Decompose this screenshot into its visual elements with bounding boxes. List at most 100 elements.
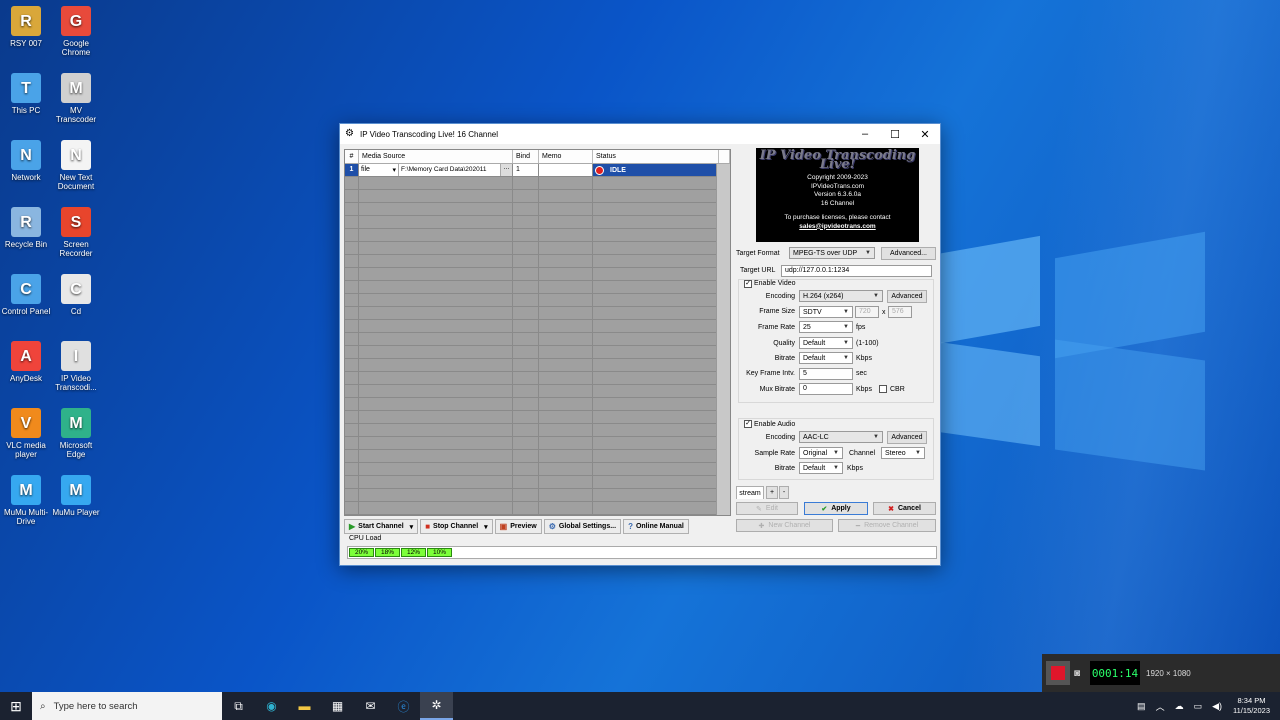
table-row[interactable] xyxy=(345,437,730,450)
table-row[interactable] xyxy=(345,294,730,307)
desktop-icon[interactable]: C Control Panel xyxy=(0,274,52,316)
cancel-button[interactable]: ✖ Cancel xyxy=(873,502,936,515)
task-view-icon[interactable]: ⧉ xyxy=(222,692,255,720)
title-bar[interactable]: ⚙ IP Video Transcoding Live! 16 Channel … xyxy=(340,124,940,144)
table-row[interactable] xyxy=(345,398,730,411)
col-status[interactable]: Status xyxy=(593,150,719,163)
table-row[interactable] xyxy=(345,216,730,229)
volume-icon[interactable]: ◀) xyxy=(1212,701,1222,712)
maximize-button[interactable]: ☐ xyxy=(880,124,910,144)
desktop-icon[interactable]: A AnyDesk xyxy=(0,341,52,383)
start-channel-button[interactable]: ▶ Start Channel ▾ xyxy=(344,519,419,534)
video-advanced-button[interactable]: Advanced xyxy=(887,290,927,303)
taskbar-search[interactable]: ⌕ Type here to search xyxy=(32,692,222,720)
edit-button[interactable]: ✎ Edit xyxy=(736,502,798,515)
table-row[interactable] xyxy=(345,346,730,359)
col-bind[interactable]: Bind xyxy=(513,150,539,163)
minimize-button[interactable]: – xyxy=(850,124,880,144)
table-row[interactable] xyxy=(345,411,730,424)
enable-video-checkbox[interactable]: ✓ xyxy=(744,280,752,288)
source-type-select[interactable]: file ▾ xyxy=(359,164,399,176)
col-media-source[interactable]: Media Source xyxy=(359,150,513,163)
table-row[interactable] xyxy=(345,424,730,437)
onedrive-icon[interactable]: ☁ xyxy=(1175,701,1184,712)
taskbar-clock[interactable]: 8:34 PM 11/15/2023 xyxy=(1233,696,1270,716)
desktop-icon[interactable]: N New Text Document xyxy=(50,140,102,191)
target-format-select[interactable]: MPEG-TS over UDP ▼ xyxy=(789,247,875,259)
global-settings-button[interactable]: ⚙ Global Settings... xyxy=(543,519,622,534)
browse-button[interactable]: ... xyxy=(500,164,512,176)
table-row[interactable] xyxy=(345,229,730,242)
table-row[interactable] xyxy=(345,320,730,333)
desktop-icon[interactable]: T This PC xyxy=(0,73,52,115)
table-row[interactable] xyxy=(345,333,730,346)
edge-icon[interactable]: ◉ xyxy=(255,692,288,720)
table-row[interactable] xyxy=(345,463,730,476)
desktop-icon[interactable]: R RSY 007 xyxy=(0,6,52,48)
desktop-icon[interactable]: N Network xyxy=(0,140,52,182)
table-row[interactable] xyxy=(345,372,730,385)
bitrate-select[interactable]: Default ▼ xyxy=(799,352,853,364)
remove-stream-button[interactable]: - xyxy=(779,486,789,499)
ime-icon[interactable]: ▤ xyxy=(1137,701,1146,712)
width-input[interactable]: 720 xyxy=(855,306,879,318)
desktop-icon[interactable]: M MuMu Multi-Drive xyxy=(0,475,52,526)
target-advanced-button[interactable]: Advanced... xyxy=(881,247,936,260)
media-source-cell[interactable]: file ▾ F:\Memory Card Data\202011 ... xyxy=(359,164,513,176)
desktop-icon[interactable]: I IP Video Transcodi... xyxy=(50,341,102,392)
height-input[interactable]: 576 xyxy=(888,306,912,318)
table-row[interactable] xyxy=(345,359,730,372)
preview-button[interactable]: ▣ Preview xyxy=(494,519,542,534)
audio-encoding-select[interactable]: AAC-LC ▼ xyxy=(799,431,883,443)
desktop-icon[interactable]: G Google Chrome xyxy=(50,6,102,57)
apply-button[interactable]: ✔ Apply xyxy=(804,502,868,515)
video-encoding-select[interactable]: H.264 (x264) ▼ xyxy=(799,290,883,302)
frame-size-select[interactable]: SDTV ▼ xyxy=(799,306,853,318)
mux-bitrate-input[interactable]: 0 xyxy=(799,383,853,395)
source-path[interactable]: F:\Memory Card Data\202011 xyxy=(399,164,500,176)
desktop-icon[interactable]: M MuMu Player xyxy=(50,475,102,517)
table-row[interactable] xyxy=(345,268,730,281)
desktop-icon[interactable]: V VLC media player xyxy=(0,408,52,459)
vertical-scrollbar[interactable] xyxy=(716,164,730,515)
desktop-icon[interactable]: S Screen Recorder xyxy=(50,207,102,258)
remove-channel-button[interactable]: ━ Remove Channel xyxy=(838,519,936,532)
desktop-icon[interactable]: M Microsoft Edge xyxy=(50,408,102,459)
table-row[interactable]: 1 file ▾ F:\Memory Card Data\202011 ... 1… xyxy=(345,164,730,177)
table-row[interactable] xyxy=(345,385,730,398)
key-frame-input[interactable]: 5 xyxy=(799,368,853,380)
edge-beta-icon[interactable]: ⓔ xyxy=(387,692,420,720)
audio-bitrate-select[interactable]: Default ▼ xyxy=(799,462,843,474)
col-memo[interactable]: Memo xyxy=(539,150,593,163)
start-button[interactable]: ⊞ xyxy=(0,692,32,720)
new-channel-button[interactable]: ✚ New Channel xyxy=(736,519,833,532)
memo-cell[interactable] xyxy=(539,164,593,176)
desktop-icon[interactable]: R Recycle Bin xyxy=(0,207,52,249)
cbr-checkbox[interactable] xyxy=(879,385,887,393)
channel-grid[interactable]: # Media Source Bind Memo Status 1 file ▾ … xyxy=(344,149,731,516)
table-row[interactable] xyxy=(345,190,730,203)
table-row[interactable] xyxy=(345,307,730,320)
table-row[interactable] xyxy=(345,177,730,190)
enable-audio-checkbox[interactable]: ✓ xyxy=(744,420,752,428)
sample-rate-select[interactable]: Original ▼ xyxy=(799,447,843,459)
stop-channel-button[interactable]: ■ Stop Channel ▾ xyxy=(420,519,493,534)
quality-select[interactable]: Default ▼ xyxy=(799,337,853,349)
chevron-up-icon[interactable]: ︿ xyxy=(1156,700,1165,713)
store-icon[interactable]: ▦ xyxy=(321,692,354,720)
table-row[interactable] xyxy=(345,281,730,294)
camera-icon[interactable]: ◙ xyxy=(1074,668,1090,679)
audio-advanced-button[interactable]: Advanced xyxy=(887,431,927,444)
desktop-icon[interactable]: C Cd xyxy=(50,274,102,316)
desktop-icon[interactable]: M MV Transcoder xyxy=(50,73,102,124)
table-row[interactable] xyxy=(345,476,730,489)
network-icon[interactable]: ▭ xyxy=(1194,701,1203,712)
target-url-input[interactable]: udp://127.0.0.1:1234 xyxy=(781,265,932,277)
bind-cell[interactable]: 1 xyxy=(513,164,539,176)
ip-video-transcoding-taskbar-icon[interactable]: ✲ xyxy=(420,692,453,720)
sales-email-link[interactable]: sales@ipvideotrans.com xyxy=(756,223,919,232)
audio-channel-select[interactable]: Stereo ▼ xyxy=(881,447,925,459)
table-row[interactable] xyxy=(345,203,730,216)
table-row[interactable] xyxy=(345,489,730,502)
table-row[interactable] xyxy=(345,502,730,515)
